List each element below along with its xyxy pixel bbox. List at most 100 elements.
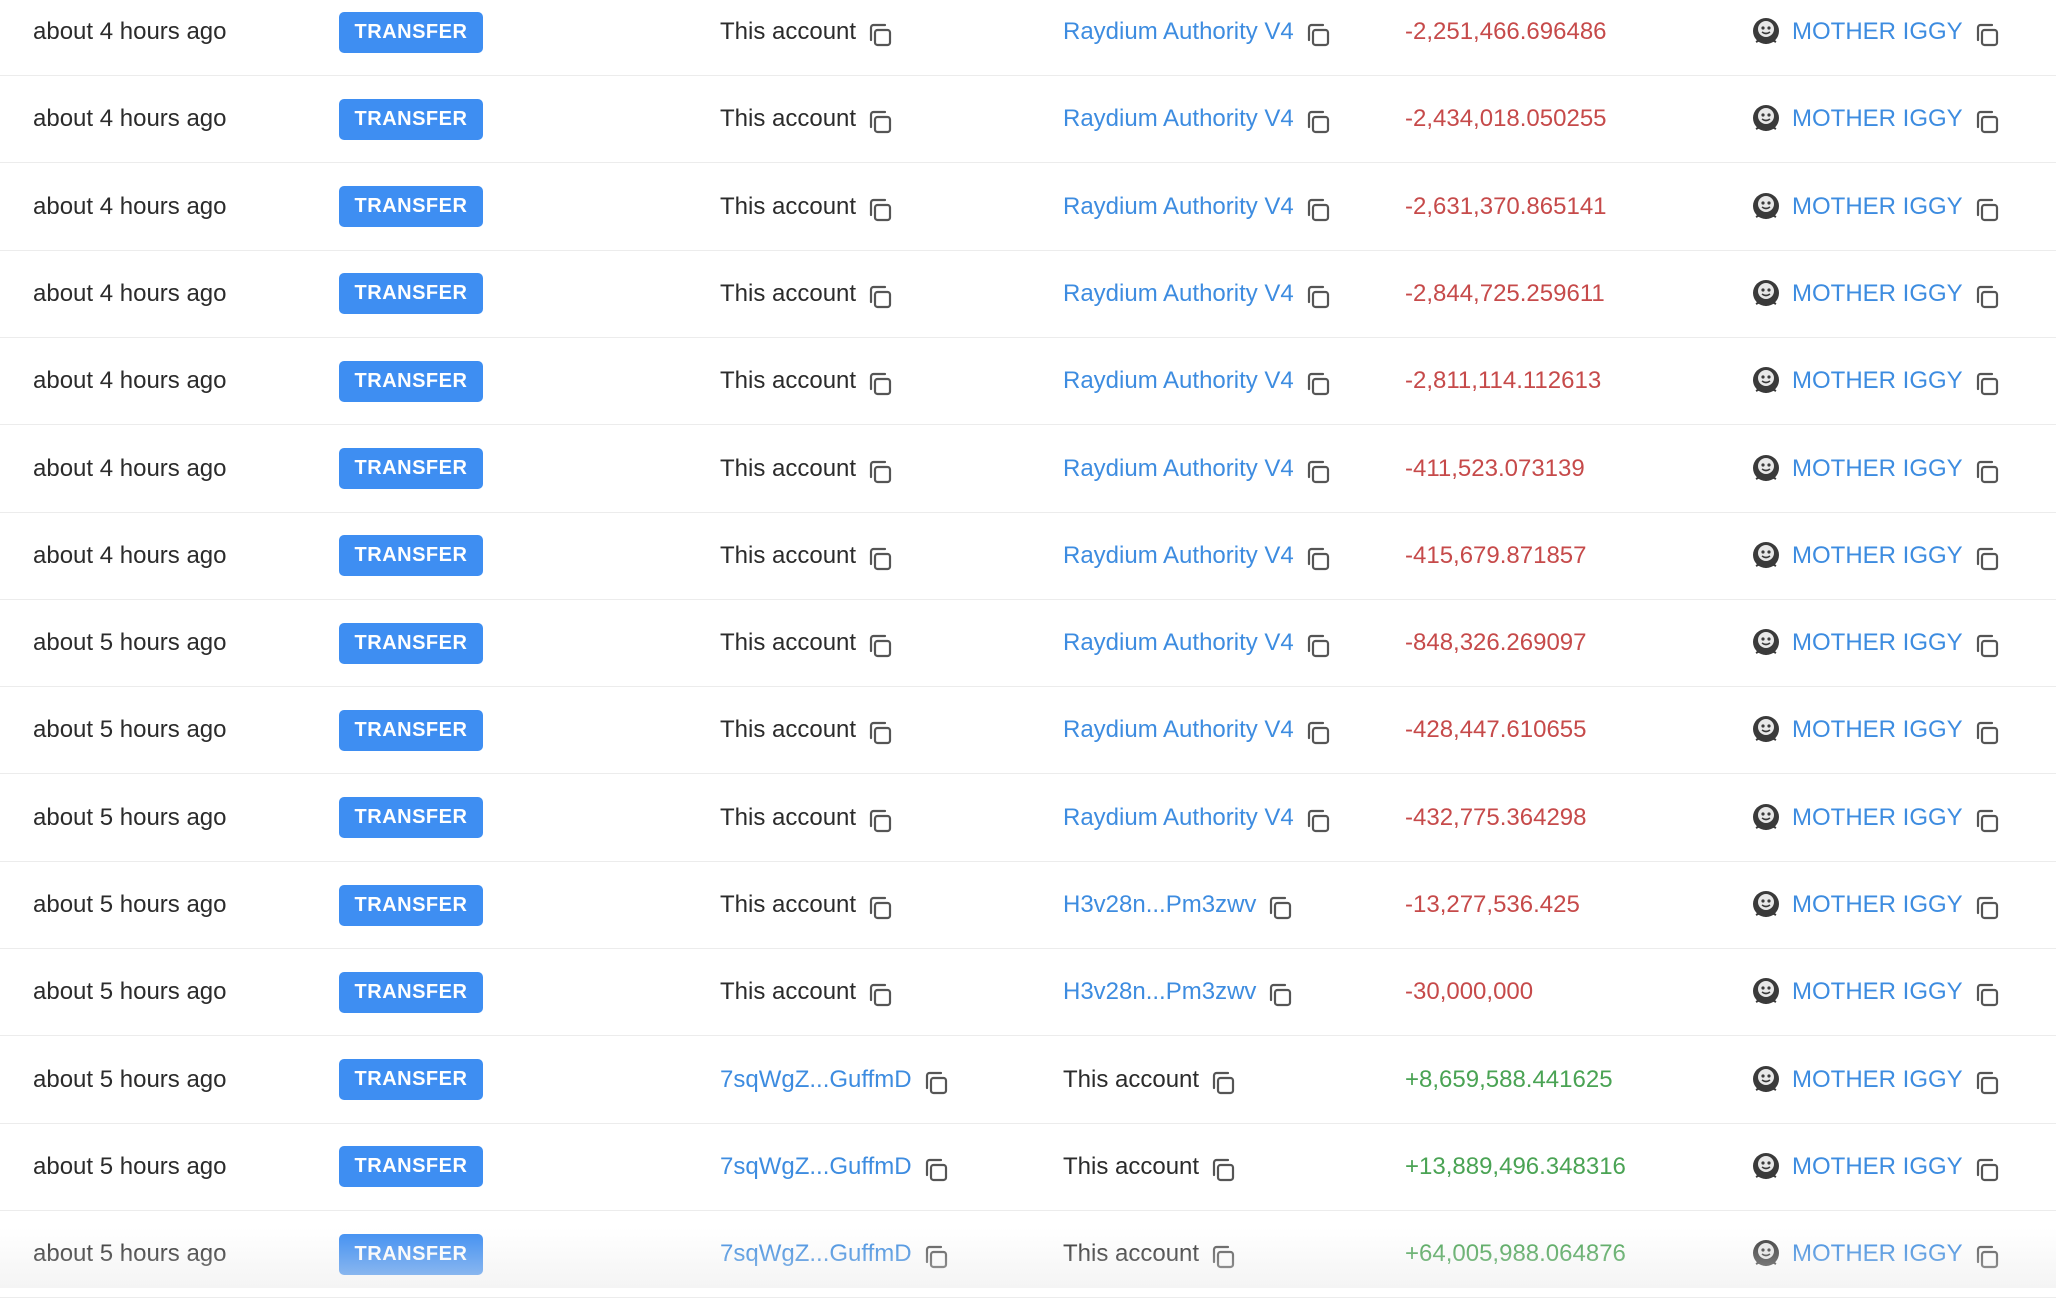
table-row: about 5 hours ago TRANSFER This account …	[0, 687, 2056, 774]
token-link[interactable]: MOTHER IGGY	[1792, 1153, 1963, 1181]
token-link[interactable]: MOTHER IGGY	[1792, 193, 1963, 221]
copy-icon[interactable]	[866, 719, 894, 747]
copy-icon[interactable]	[1304, 632, 1332, 660]
copy-icon[interactable]	[866, 894, 894, 922]
token-link[interactable]: MOTHER IGGY	[1792, 1066, 1963, 1094]
time-cell: about 4 hours ago	[33, 76, 227, 162]
amount-cell: -2,811,114.112613	[1405, 338, 1601, 424]
copy-icon[interactable]	[866, 632, 894, 660]
token-link[interactable]: MOTHER IGGY	[1792, 891, 1963, 919]
copy-icon[interactable]	[1304, 21, 1332, 49]
from-account[interactable]: 7sqWgZ...GuffmD	[720, 1066, 912, 1094]
copy-icon[interactable]	[866, 981, 894, 1009]
copy-icon[interactable]	[1304, 545, 1332, 573]
copy-icon[interactable]	[1209, 1156, 1237, 1184]
copy-icon[interactable]	[1304, 283, 1332, 311]
type-cell: TRANSFER	[339, 687, 483, 773]
copy-icon[interactable]	[922, 1069, 950, 1097]
copy-icon[interactable]	[1973, 21, 2001, 49]
token-link[interactable]: MOTHER IGGY	[1792, 367, 1963, 395]
copy-icon[interactable]	[866, 545, 894, 573]
copy-icon[interactable]	[1973, 632, 2001, 660]
to-cell: Raydium Authority V4	[1063, 164, 1332, 250]
copy-icon[interactable]	[866, 21, 894, 49]
to-account[interactable]: Raydium Authority V4	[1063, 629, 1294, 657]
amount-value: -432,775.364298	[1405, 804, 1587, 832]
copy-icon[interactable]	[1973, 807, 2001, 835]
to-account[interactable]: Raydium Authority V4	[1063, 105, 1294, 133]
copy-icon[interactable]	[1266, 894, 1294, 922]
time-text: about 5 hours ago	[33, 891, 227, 919]
transfer-badge: TRANSFER	[339, 1059, 483, 1100]
token-link[interactable]: MOTHER IGGY	[1792, 629, 1963, 657]
table-row: about 5 hours ago TRANSFER 7sqWgZ...Guff…	[0, 1211, 2056, 1298]
copy-icon[interactable]	[866, 807, 894, 835]
token-link[interactable]: MOTHER IGGY	[1792, 280, 1963, 308]
time-cell: about 4 hours ago	[33, 513, 227, 599]
token-cell: MOTHER IGGY	[1750, 426, 2001, 512]
copy-icon[interactable]	[1973, 1156, 2001, 1184]
token-link[interactable]: MOTHER IGGY	[1792, 716, 1963, 744]
token-logo-icon	[1750, 627, 1782, 659]
time-text: about 5 hours ago	[33, 1153, 227, 1181]
copy-icon[interactable]	[1304, 807, 1332, 835]
to-account[interactable]: H3v28n...Pm3zwv	[1063, 978, 1256, 1006]
copy-icon[interactable]	[866, 283, 894, 311]
amount-cell: -2,251,466.696486	[1405, 0, 1607, 75]
copy-icon[interactable]	[922, 1243, 950, 1271]
token-logo-icon	[1750, 889, 1782, 921]
copy-icon[interactable]	[866, 108, 894, 136]
copy-icon[interactable]	[1973, 283, 2001, 311]
to-account[interactable]: Raydium Authority V4	[1063, 367, 1294, 395]
copy-icon[interactable]	[1973, 458, 2001, 486]
amount-value: -2,434,018.050255	[1405, 105, 1607, 133]
copy-icon[interactable]	[1304, 719, 1332, 747]
to-account[interactable]: Raydium Authority V4	[1063, 542, 1294, 570]
amount-value: -415,679.871857	[1405, 542, 1587, 570]
copy-icon[interactable]	[866, 196, 894, 224]
copy-icon[interactable]	[1973, 196, 2001, 224]
copy-icon[interactable]	[1973, 370, 2001, 398]
copy-icon[interactable]	[866, 370, 894, 398]
token-link[interactable]: MOTHER IGGY	[1792, 105, 1963, 133]
to-account[interactable]: Raydium Authority V4	[1063, 18, 1294, 46]
copy-icon[interactable]	[1973, 894, 2001, 922]
amount-value: -428,447.610655	[1405, 716, 1587, 744]
token-link[interactable]: MOTHER IGGY	[1792, 804, 1963, 832]
token-link[interactable]: MOTHER IGGY	[1792, 1240, 1963, 1268]
copy-icon[interactable]	[1304, 108, 1332, 136]
copy-icon[interactable]	[1209, 1069, 1237, 1097]
to-account[interactable]: Raydium Authority V4	[1063, 716, 1294, 744]
time-cell: about 5 hours ago	[33, 1037, 227, 1123]
amount-cell: -2,844,725.259611	[1405, 251, 1605, 337]
copy-icon[interactable]	[1973, 719, 2001, 747]
copy-icon[interactable]	[1266, 981, 1294, 1009]
copy-icon[interactable]	[1973, 981, 2001, 1009]
copy-icon[interactable]	[1973, 1069, 2001, 1097]
amount-value: +64,005,988.064876	[1405, 1240, 1626, 1268]
token-link[interactable]: MOTHER IGGY	[1792, 978, 1963, 1006]
to-account[interactable]: Raydium Authority V4	[1063, 193, 1294, 221]
token-logo-icon	[1750, 191, 1782, 223]
amount-value: -848,326.269097	[1405, 629, 1587, 657]
from-account[interactable]: 7sqWgZ...GuffmD	[720, 1153, 912, 1181]
to-account[interactable]: Raydium Authority V4	[1063, 804, 1294, 832]
token-link[interactable]: MOTHER IGGY	[1792, 542, 1963, 570]
copy-icon[interactable]	[922, 1156, 950, 1184]
to-account[interactable]: Raydium Authority V4	[1063, 455, 1294, 483]
copy-icon[interactable]	[1304, 196, 1332, 224]
token-link[interactable]: MOTHER IGGY	[1792, 455, 1963, 483]
copy-icon[interactable]	[1973, 545, 2001, 573]
copy-icon[interactable]	[1973, 108, 2001, 136]
to-account[interactable]: Raydium Authority V4	[1063, 280, 1294, 308]
amount-cell: -30,000,000	[1405, 949, 1533, 1035]
from-account[interactable]: 7sqWgZ...GuffmD	[720, 1240, 912, 1268]
copy-icon[interactable]	[866, 458, 894, 486]
to-account[interactable]: H3v28n...Pm3zwv	[1063, 891, 1256, 919]
copy-icon[interactable]	[1304, 458, 1332, 486]
copy-icon[interactable]	[1973, 1243, 2001, 1271]
copy-icon[interactable]	[1304, 370, 1332, 398]
copy-icon[interactable]	[1209, 1243, 1237, 1271]
token-link[interactable]: MOTHER IGGY	[1792, 18, 1963, 46]
amount-cell: -13,277,536.425	[1405, 862, 1580, 948]
